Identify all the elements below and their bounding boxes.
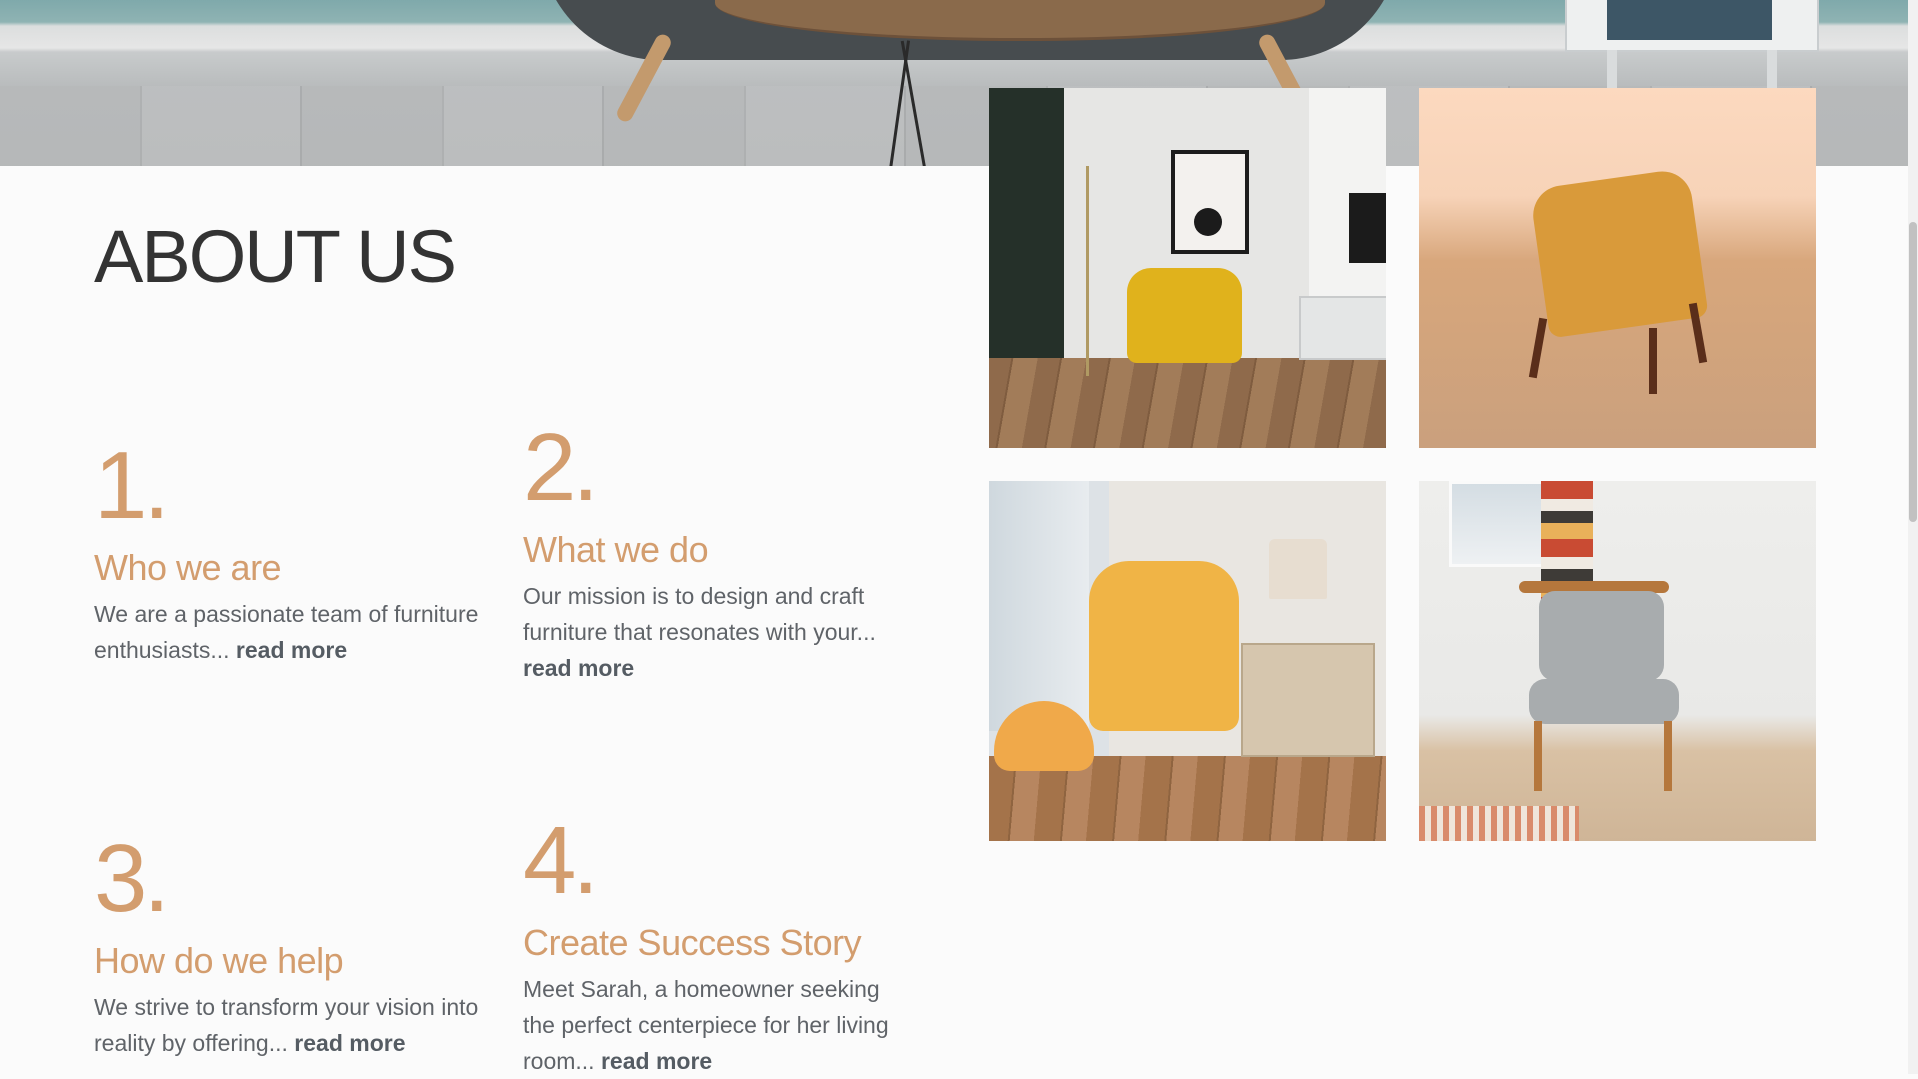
item-description-text: Our mission is to design and craft furni… (523, 582, 876, 645)
page-scrollbar[interactable] (1908, 0, 1918, 1074)
item-heading: Create Success Story (523, 922, 862, 963)
photo-chair-leg (1528, 317, 1548, 379)
photo-tv-stand (1299, 296, 1386, 360)
photo-art-circle (1194, 208, 1222, 236)
read-more-link[interactable]: read more (523, 655, 634, 681)
item-number: 2. (523, 414, 599, 521)
hero-cabinet-leg (1607, 50, 1617, 90)
photo-mustard-chair (1089, 561, 1239, 731)
read-more-link[interactable]: read more (236, 637, 347, 663)
hero-cabinet-panel (1607, 0, 1772, 40)
photo-floor-lamp (1086, 166, 1089, 376)
hero-cabinet (1565, 0, 1819, 90)
mustard-armchair-with-ottoman-photo (989, 481, 1386, 841)
photo-window (989, 481, 1089, 731)
read-more-link[interactable]: read more (294, 1030, 405, 1056)
photo-table-lamp (1269, 539, 1327, 599)
item-number: 1. (94, 432, 170, 539)
about-item-create-success-story: 4. Create Success Story Meet Sarah, a ho… (523, 813, 913, 1079)
photo-rug (1419, 806, 1579, 841)
photo-orange-chair (1529, 167, 1709, 339)
item-heading: Who we are (94, 547, 282, 588)
item-number: 4. (523, 807, 599, 914)
item-heading: How do we help (94, 940, 344, 981)
photo-floor (989, 358, 1386, 448)
photo-tv (1349, 193, 1386, 263)
photo-wall-art (1171, 150, 1249, 254)
item-description: Our mission is to design and craft furni… (523, 578, 913, 686)
photo-chair-leg (1664, 721, 1672, 791)
photo-chair-leg (1649, 328, 1657, 394)
wooden-chair-grey-cushion-photo (1419, 481, 1816, 841)
item-heading: What we do (523, 529, 709, 570)
photo-nightstand (1241, 643, 1375, 757)
item-description: We strive to transform your vision into … (94, 989, 484, 1061)
about-item-who-we-are: 1. Who we are We are a passionate team o… (94, 438, 484, 668)
about-item-how-do-we-help: 3. How do we help We strive to transform… (94, 831, 484, 1061)
photo-yellow-chair (1127, 268, 1242, 363)
scrollbar-thumb[interactable] (1909, 222, 1917, 522)
hero-cabinet-leg (1767, 50, 1777, 90)
item-number: 3. (94, 825, 170, 932)
photo-back-cushion (1539, 591, 1664, 681)
item-description: Meet Sarah, a homeowner seeking the perf… (523, 971, 913, 1079)
yellow-armchair-living-room-photo (989, 88, 1386, 448)
about-item-what-we-do: 2. What we do Our mission is to design a… (523, 420, 913, 686)
page-title: ABOUT US (94, 215, 457, 298)
photo-chair-leg (1534, 721, 1542, 791)
read-more-link[interactable]: read more (601, 1048, 712, 1074)
photo-seat-cushion (1529, 679, 1679, 724)
item-description: We are a passionate team of furniture en… (94, 596, 484, 668)
orange-armchair-corner-photo (1419, 88, 1816, 448)
item-description-text: We strive to transform your vision into … (94, 993, 479, 1056)
